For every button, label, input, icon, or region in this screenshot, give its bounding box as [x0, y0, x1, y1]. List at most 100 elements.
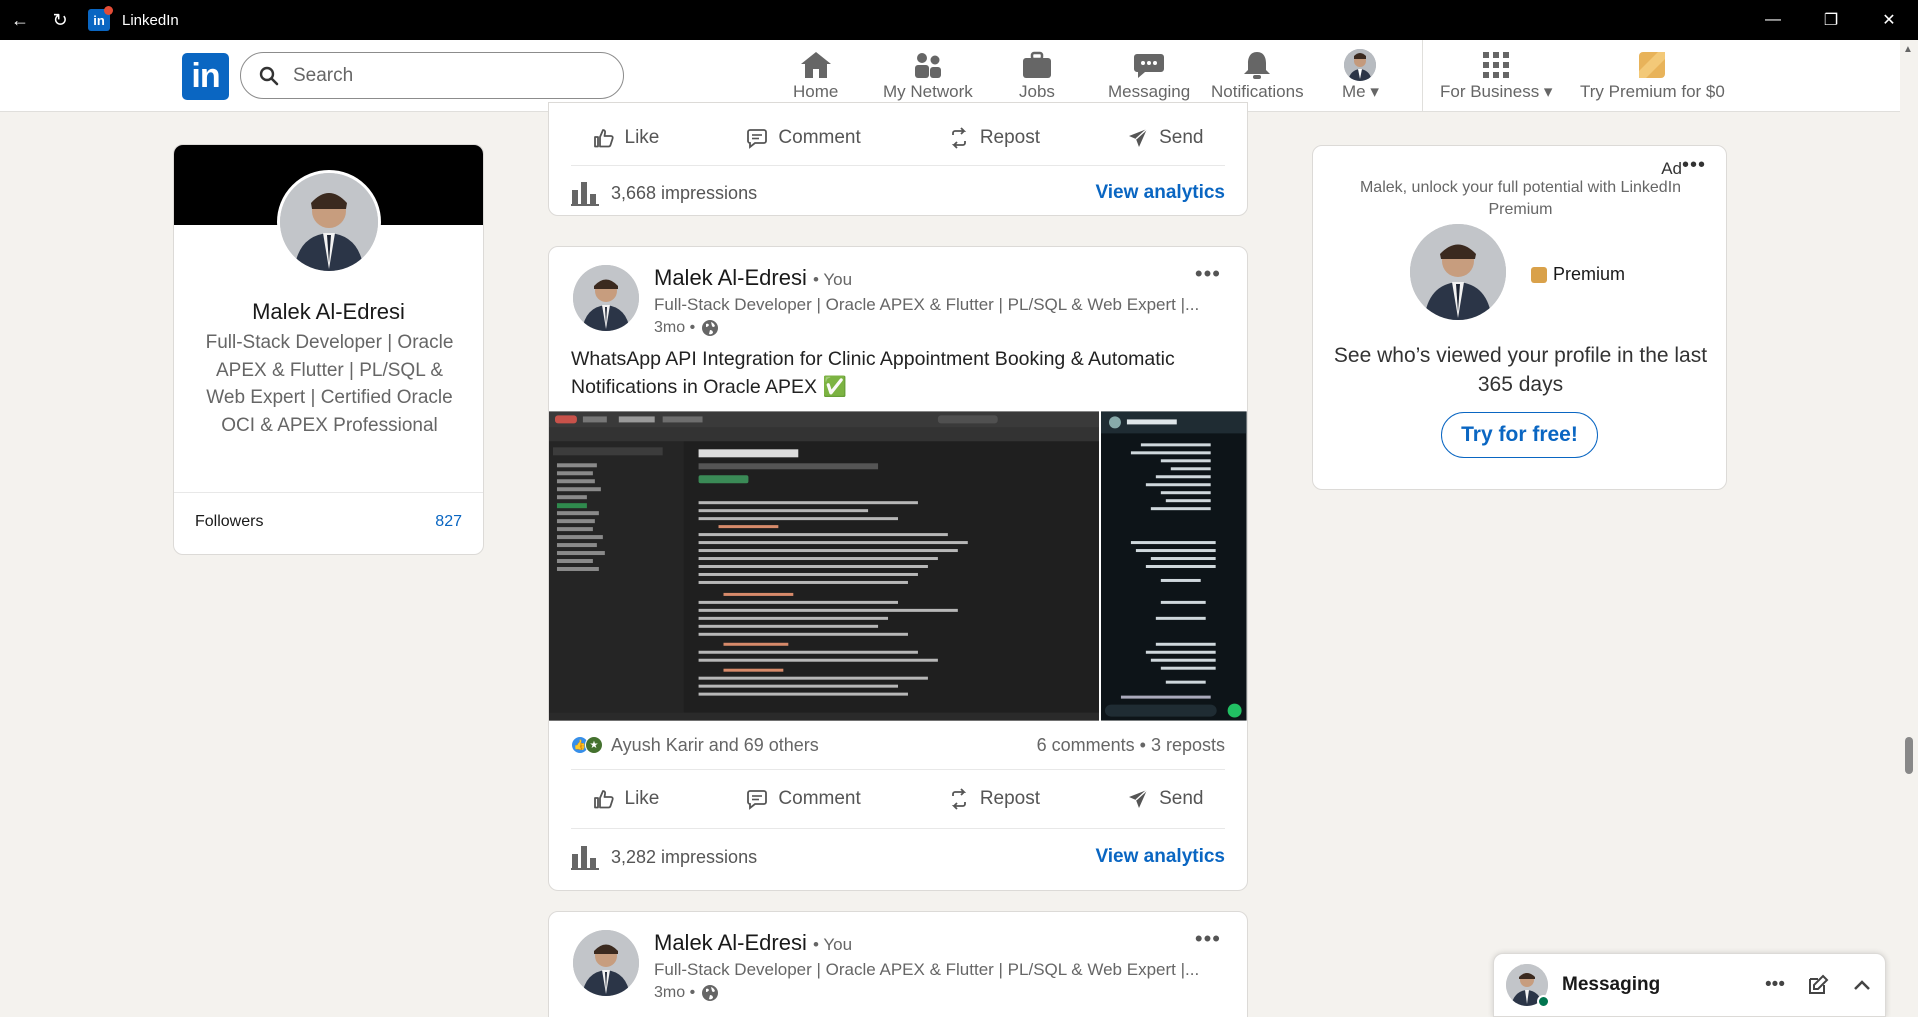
- post-2-time: 3mo •: [654, 319, 719, 337]
- post-2-author-name[interactable]: Malek Al-Edresi • You: [654, 265, 852, 291]
- celebrate-reaction-icon: ★: [585, 736, 603, 754]
- nav-me[interactable]: Me ▾: [1342, 48, 1379, 106]
- repost-icon: [951, 788, 967, 810]
- post-3-author-name[interactable]: Malek Al-Edresi • You: [654, 930, 852, 956]
- search-input[interactable]: [293, 64, 593, 87]
- online-status-indicator: [1537, 995, 1550, 1008]
- compose-icon[interactable]: [1807, 974, 1829, 996]
- send-button[interactable]: Send: [1127, 788, 1203, 810]
- ad-premium-label: Premium: [1553, 264, 1626, 284]
- window-titlebar: ← ↻ in LinkedIn — ❐ ✕: [0, 0, 1918, 40]
- nav-divider: [1422, 40, 1423, 112]
- repost-button[interactable]: Repost: [948, 127, 1040, 149]
- back-arrow-icon[interactable]: ←: [0, 0, 40, 40]
- feed: Like Comment Repost Send 3,668 impressio…: [514, 102, 1280, 1017]
- post-2-reactions[interactable]: 👍 ★ Ayush Karir and 69 others: [571, 735, 819, 756]
- refresh-icon[interactable]: ↻: [40, 0, 80, 40]
- nav-notifications[interactable]: Notifications: [1211, 48, 1304, 106]
- repost-label: Repost: [979, 788, 1041, 809]
- chevron-up-icon[interactable]: [1851, 974, 1873, 996]
- briefcase-icon: [1022, 51, 1051, 78]
- ad-avatar: [1410, 224, 1506, 320]
- post-1-view-analytics-link[interactable]: View analytics: [1095, 182, 1225, 204]
- profile-followers-stat[interactable]: Followers 827: [174, 492, 483, 531]
- ad-headline: Malek, unlock your full potential with L…: [1359, 179, 1682, 218]
- whatsapp-screenshot-image: [1101, 411, 1247, 721]
- scrollbar-thumb[interactable]: [1905, 737, 1913, 774]
- ad-body: See who’s viewed your profile in the las…: [1333, 344, 1708, 396]
- repost-icon: [951, 127, 967, 149]
- nav-jobs-label: Jobs: [1019, 82, 1055, 101]
- nav-my-network[interactable]: My Network: [883, 48, 973, 106]
- repost-label: Repost: [979, 127, 1041, 148]
- nav-jobs[interactable]: Jobs: [1019, 48, 1055, 106]
- followers-count: 827: [435, 513, 462, 530]
- scroll-up-arrow-icon[interactable]: ▲: [1903, 44, 1915, 55]
- premium-ad-card[interactable]: Ad ••• Malek, unlock your full potential…: [1312, 145, 1727, 490]
- search-box[interactable]: [240, 52, 624, 99]
- home-icon: [800, 52, 831, 78]
- like-button[interactable]: Like: [593, 788, 659, 810]
- messaging-avatar: [1506, 964, 1550, 1008]
- restore-icon[interactable]: ❐: [1802, 0, 1860, 40]
- send-button[interactable]: Send: [1127, 127, 1203, 149]
- linkedin-app-icon: in: [88, 6, 113, 31]
- post-2-author-subtitle: Full-Stack Developer | Oracle APEX & Flu…: [654, 295, 1200, 314]
- analytics-icon: [571, 846, 599, 870]
- profile-name[interactable]: Malek Al-Edresi: [174, 299, 483, 325]
- like-label: Like: [624, 127, 660, 148]
- send-label: Send: [1159, 788, 1204, 809]
- grid-icon: [1483, 52, 1510, 78]
- comment-label: Comment: [778, 127, 861, 148]
- comment-icon: [747, 129, 768, 149]
- post-2-media[interactable]: [549, 411, 1247, 721]
- nav-notifications-label: Notifications: [1211, 82, 1304, 101]
- comment-button[interactable]: Comment: [746, 127, 861, 149]
- like-icon: [593, 129, 614, 148]
- messaging-dock[interactable]: Messaging •••: [1493, 953, 1886, 1017]
- post-2-view-analytics-link[interactable]: View analytics: [1095, 846, 1225, 868]
- post-2-more-icon[interactable]: •••: [1195, 261, 1221, 287]
- linkedin-logo-icon[interactable]: in: [182, 53, 229, 100]
- scrollbar-track[interactable]: [1900, 40, 1918, 1017]
- post-3-author-avatar[interactable]: [573, 930, 639, 996]
- nav-home[interactable]: Home: [793, 48, 838, 106]
- post-card-1: Like Comment Repost Send 3,668 impressio…: [548, 102, 1248, 216]
- nav-for-business-label: For Business ▾: [1440, 82, 1553, 101]
- close-icon[interactable]: ✕: [1860, 0, 1918, 40]
- ad-label: Ad: [1661, 159, 1682, 178]
- premium-icon: [1531, 266, 1547, 283]
- post-2-author-avatar[interactable]: [573, 265, 639, 331]
- profile-card[interactable]: Malek Al-Edresi Full-Stack Developer | O…: [173, 144, 484, 555]
- message-icon: [1134, 54, 1165, 78]
- nav-try-premium[interactable]: Try Premium for $0: [1580, 48, 1725, 106]
- post-2-impressions: 3,282 impressions: [611, 846, 758, 867]
- comment-button[interactable]: Comment: [746, 788, 861, 810]
- messaging-label: Messaging: [1562, 974, 1661, 995]
- send-icon: [1129, 128, 1148, 147]
- like-button[interactable]: Like: [593, 127, 660, 149]
- comment-label: Comment: [778, 788, 861, 809]
- bell-icon: [1244, 52, 1271, 79]
- minimize-icon[interactable]: —: [1744, 0, 1802, 40]
- post-card-3: Malek Al-Edresi • You Full-Stack Develop…: [548, 911, 1248, 1017]
- profile-avatar[interactable]: [277, 170, 381, 274]
- ad-more-icon[interactable]: •••: [1682, 154, 1706, 177]
- repost-button[interactable]: Repost: [948, 788, 1040, 810]
- messaging-more-icon[interactable]: •••: [1765, 974, 1785, 996]
- nav-for-business[interactable]: For Business ▾: [1440, 48, 1552, 106]
- nav-my-network-label: My Network: [883, 82, 973, 101]
- premium-icon: [1639, 52, 1666, 78]
- post-2-engagement[interactable]: 6 comments • 3 reposts: [1037, 735, 1225, 756]
- post-3-author-subtitle: Full-Stack Developer | Oracle APEX & Flu…: [654, 960, 1200, 979]
- globe-icon: [702, 985, 719, 1001]
- ad-premium-badge: Premium: [1531, 264, 1625, 285]
- nav-messaging[interactable]: Messaging: [1108, 48, 1190, 106]
- post-3-more-icon[interactable]: •••: [1195, 926, 1221, 952]
- nav-try-premium-label: Try Premium for $0: [1580, 82, 1725, 101]
- profile-headline: Full-Stack Developer | Oracle APEX & Flu…: [205, 332, 454, 436]
- search-icon: [259, 66, 279, 85]
- followers-label: Followers: [195, 513, 264, 530]
- like-icon: [593, 790, 614, 809]
- try-for-free-button[interactable]: Try for free!: [1441, 412, 1598, 458]
